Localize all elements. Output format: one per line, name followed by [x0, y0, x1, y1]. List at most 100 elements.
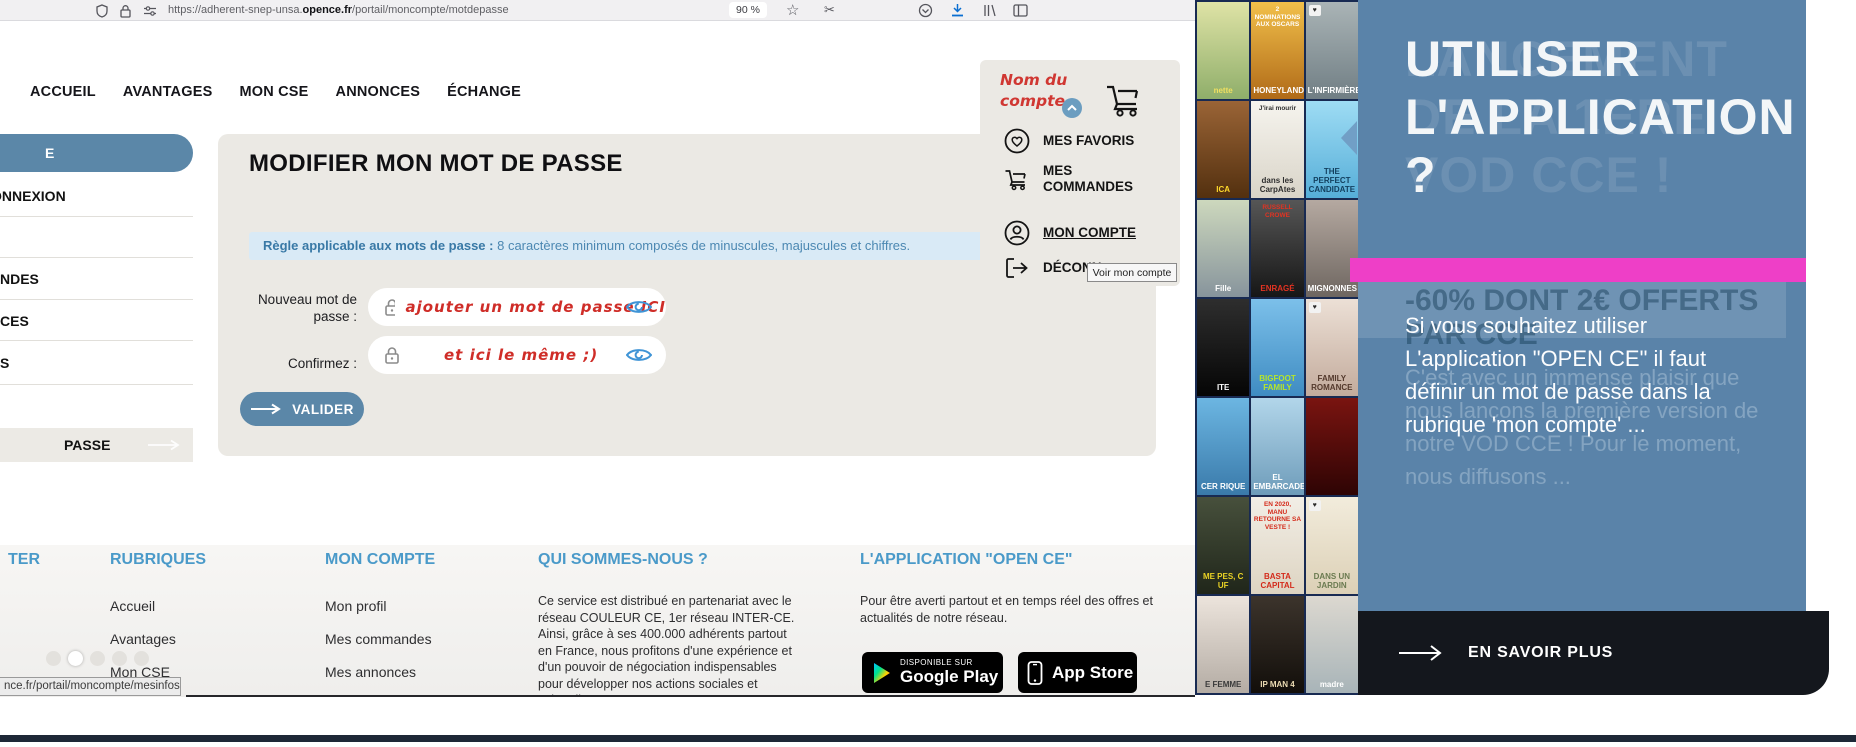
poster-tile[interactable]: ♥ FAMILY ROMANCE	[1305, 299, 1358, 396]
arrow-right-icon	[251, 403, 281, 415]
divider	[0, 384, 193, 385]
divider	[0, 257, 193, 258]
cart-icon[interactable]	[1104, 82, 1144, 118]
favorite-heart-icon: ♥	[1308, 5, 1321, 16]
app-store-icon	[1027, 660, 1043, 685]
poster-tile[interactable]: nette	[1197, 2, 1250, 99]
show-password-eye-icon[interactable]	[626, 347, 652, 363]
footer-link-accueil[interactable]: Accueil	[110, 590, 176, 623]
footer-heading-application: L'APPLICATION "OPEN CE"	[860, 551, 1073, 568]
promo-headline: UTILISER L'APPLICATION ?	[1405, 31, 1796, 203]
poster-tile[interactable]: CER RIQUE	[1197, 398, 1250, 495]
permissions-icon[interactable]	[143, 5, 157, 17]
new-password-input[interactable]: ajouter un mot de passe ICI	[368, 288, 666, 326]
nav-item-echange[interactable]: ÉCHANGE	[447, 84, 521, 100]
sidebar-active-tab[interactable]: E	[0, 134, 193, 172]
footer-link-avantages[interactable]: Avantages	[110, 623, 176, 656]
footer-link-mes-annonces[interactable]: Mes annonces	[325, 656, 440, 689]
bookmark-star-icon[interactable]: ☆	[786, 1, 799, 19]
favorite-heart-icon: ♥	[1308, 500, 1321, 511]
url-path: /portail/moncompte/motdepasse	[352, 4, 509, 16]
carousel-prev-arrow-icon[interactable]	[1341, 121, 1357, 155]
carousel-dot-active[interactable]	[68, 651, 83, 666]
poster-title: ICA	[1216, 185, 1231, 194]
heart-circle-icon	[1004, 128, 1030, 154]
poster-tile[interactable]: J'irai mourir dans les CarpAtes	[1251, 101, 1304, 198]
poster-title: E FEMME	[1204, 680, 1242, 689]
poster-tile[interactable]: ♥ L'INFIRMIÈRE	[1305, 2, 1358, 99]
show-password-eye-icon[interactable]	[626, 299, 652, 315]
lock-icon[interactable]	[119, 4, 132, 18]
rule-text: 8 caractères minimum composés de minuscu…	[493, 238, 911, 253]
sidebar-item-annonces[interactable]: CES	[0, 313, 29, 329]
bottom-divider-line	[0, 735, 1856, 742]
browser-toolbar: https://adherent-snep-unsa.opence.fr/por…	[0, 0, 1195, 21]
poster-tile[interactable]: ICA	[1197, 101, 1250, 198]
nav-item-annonces[interactable]: ANNONCES	[336, 84, 421, 100]
library-icon[interactable]	[982, 3, 997, 18]
app-store-badge[interactable]: App Store	[1018, 652, 1137, 693]
footer-about-text: Ce service est distribué en partenariat …	[538, 594, 795, 707]
menu-item-commandes[interactable]: MES COMMANDES	[1004, 163, 1139, 195]
poster-title: IP MAN 4	[1260, 680, 1295, 689]
chevron-up-icon[interactable]	[1062, 98, 1082, 118]
poster-title: L'INFIRMIÈRE	[1307, 86, 1358, 95]
footer-link-mes-commandes[interactable]: Mes commandes	[325, 623, 440, 656]
sidebar-item-commandes[interactable]: NDES	[0, 271, 39, 287]
tooltip-voir-mon-compte: Voir mon compte	[1087, 263, 1177, 282]
screenshot-icon[interactable]: ✂	[824, 2, 835, 18]
confirm-password-input[interactable]: et ici le même ;)	[368, 336, 666, 374]
sidebar-item-infos[interactable]: S	[0, 355, 9, 371]
poster-tile[interactable]: ME PES, C UF	[1197, 497, 1250, 594]
nav-item-mon-cse[interactable]: MON CSE	[239, 84, 308, 100]
poster-title: MIGNONNES	[1307, 284, 1357, 293]
en-savoir-plus-button[interactable]: EN SAVOIR PLUS	[1358, 611, 1829, 695]
poster-tile[interactable]	[1305, 398, 1358, 495]
carousel-dot[interactable]	[46, 651, 61, 666]
url-prefix: https://adherent-snep-unsa.	[168, 4, 303, 16]
menu-label: MES FAVORIS	[1043, 133, 1135, 148]
poster-title: nette	[1213, 86, 1233, 95]
poster-tile[interactable]: EL EMBARCADERO	[1251, 398, 1304, 495]
poster-tile[interactable]: RUSSELL CROWE ENRAGÉ	[1251, 200, 1304, 297]
menu-item-favoris[interactable]: MES FAVORIS	[1004, 128, 1139, 154]
favorite-heart-icon: ♥	[1308, 302, 1321, 313]
poster-tile[interactable]: IP MAN 4	[1251, 596, 1304, 693]
carousel-dot[interactable]	[90, 651, 105, 666]
poster-title: ME PES, C UF	[1202, 572, 1244, 590]
zoom-level-badge[interactable]: 90 %	[729, 2, 767, 18]
nav-item-accueil[interactable]: ACCUEIL	[30, 84, 96, 100]
cart-icon	[1005, 169, 1026, 190]
page-title: MODIFIER MON MOT DE PASSE	[249, 150, 623, 177]
pocket-icon[interactable]	[918, 3, 933, 18]
poster-title: EL EMBARCADERO	[1253, 473, 1304, 491]
poster-tile[interactable]: madre	[1305, 596, 1358, 693]
poster-tile[interactable]: MIGNONNES	[1305, 200, 1358, 297]
poster-tile[interactable]: E FEMME	[1197, 596, 1250, 693]
badge-big-text: Google Play	[900, 666, 999, 686]
footer: TER RUBRIQUES MON COMPTE QUI SOMMES-NOUS…	[0, 545, 1195, 713]
footer-link-mon-profil[interactable]: Mon profil	[325, 590, 440, 623]
new-password-label: Nouveau mot de passe :	[257, 292, 357, 324]
download-icon[interactable]	[950, 3, 965, 18]
poster-tile[interactable]: Fille	[1197, 200, 1250, 297]
account-panel: Nom du compte MES FAVORIS MES COMMANDES …	[980, 60, 1180, 286]
poster-tile[interactable]: BIGFOOT FAMILY	[1251, 299, 1304, 396]
poster-title: DANS UN JARDIN	[1313, 572, 1351, 590]
poster-tile[interactable]: EN 2020, MANU RETOURNE SA VESTE ! BASTA C…	[1251, 497, 1304, 594]
valider-button[interactable]: VALIDER	[240, 392, 364, 426]
poster-tile[interactable]: ♥ DANS UN JARDIN	[1305, 497, 1358, 594]
valider-label: VALIDER	[292, 401, 354, 417]
sidebar-icon[interactable]	[1013, 4, 1028, 17]
google-play-badge[interactable]: DISPONIBLE SUR Google Play	[862, 652, 1003, 693]
poster-tile[interactable]: ITE	[1197, 299, 1250, 396]
shield-icon[interactable]	[95, 4, 109, 18]
sidebar-item-motdepasse[interactable]: PASSE	[0, 428, 193, 462]
poster-tile[interactable]: 2 NOMINATIONS AUX OSCARS HONEYLAND	[1251, 2, 1304, 99]
nav-item-avantages[interactable]: AVANTAGES	[123, 84, 213, 100]
sidebar-item-connexion[interactable]: ONNEXION	[0, 188, 66, 204]
menu-item-mon-compte[interactable]: MON COMPTE	[1004, 220, 1139, 246]
url-bar[interactable]: https://adherent-snep-unsa.opence.fr/por…	[168, 0, 509, 20]
poster-title: Fille	[1215, 284, 1232, 293]
poster-title: BASTA CAPITAL	[1260, 572, 1295, 590]
